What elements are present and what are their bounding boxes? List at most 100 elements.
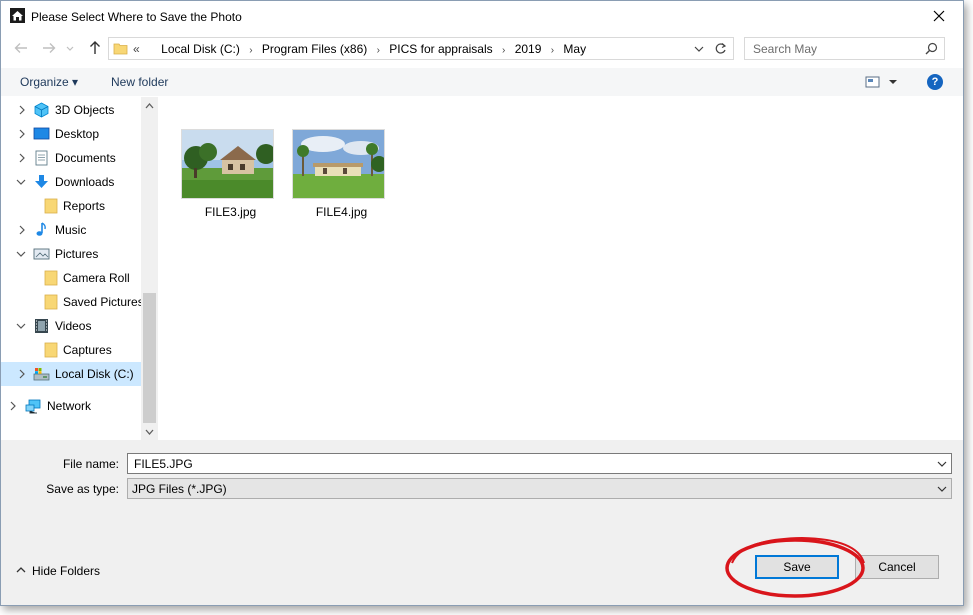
save-button[interactable]: Save: [755, 555, 839, 579]
chevron-down-icon[interactable]: [693, 42, 705, 56]
drive-icon: [33, 368, 50, 381]
back-arrow-icon: [14, 43, 27, 53]
chevron-right-icon[interactable]: [17, 153, 27, 163]
sidebar-item-label: Documents: [55, 151, 116, 165]
chevron-right-icon[interactable]: ›: [249, 45, 252, 56]
sidebar-item-documents[interactable]: Documents: [1, 146, 141, 170]
sidebar-item-music[interactable]: Music: [1, 218, 141, 242]
chevron-down-icon[interactable]: [16, 249, 26, 259]
sidebar-item-videos[interactable]: Videos: [1, 314, 141, 338]
sidebar-item-network[interactable]: Network: [1, 394, 141, 418]
folder-icon: [113, 43, 128, 55]
chevron-down-icon[interactable]: [16, 177, 26, 187]
house-app-icon: [10, 8, 25, 23]
back-button[interactable]: [11, 37, 33, 59]
chevron-right-icon[interactable]: [17, 225, 27, 235]
file-item[interactable]: FILE4.jpg: [284, 129, 385, 229]
chevron-right-icon[interactable]: ›: [502, 45, 505, 56]
folder-icon: [44, 294, 58, 310]
forward-button[interactable]: [38, 37, 60, 59]
chevron-down-icon[interactable]: [16, 321, 26, 331]
sidebar-item-label: Desktop: [55, 127, 100, 141]
breadcrumb-item[interactable]: May: [563, 42, 586, 56]
organize-menu[interactable]: Organize ▾: [20, 75, 78, 89]
folder-icon: [44, 270, 58, 286]
videos-icon: [35, 319, 48, 333]
up-arrow-icon: [90, 41, 100, 54]
sidebar-item-3d-objects[interactable]: 3D Objects: [1, 98, 141, 122]
chevron-right-icon[interactable]: [17, 105, 27, 115]
change-view-button[interactable]: [865, 74, 899, 93]
sidebar-item-downloads[interactable]: Downloads: [1, 170, 141, 194]
sidebar-item-label: Downloads: [55, 175, 115, 189]
sidebar-item-desktop[interactable]: Desktop: [1, 122, 141, 146]
view-options-icon: [865, 76, 897, 88]
breadcrumb-item[interactable]: Local Disk (C:): [161, 42, 240, 56]
breadcrumb-item[interactable]: Program Files (x86): [262, 42, 367, 56]
sidebar-item-label: Network: [47, 399, 92, 413]
sidebar-item-label: Videos: [55, 319, 92, 333]
scrollbar-thumb[interactable]: [143, 293, 156, 423]
sidebar-item-local-disk[interactable]: Local Disk (C:): [1, 362, 141, 386]
search-icon[interactable]: [925, 42, 938, 55]
file-thumbnail: [292, 129, 385, 199]
new-folder-button[interactable]: New folder: [111, 75, 168, 89]
sidebar-item-label: Reports: [63, 199, 106, 213]
file-name-field[interactable]: [132, 456, 916, 472]
sidebar-item-label: Camera Roll: [63, 271, 130, 285]
chevron-down-icon[interactable]: [937, 459, 947, 469]
folder-icon: [44, 198, 58, 214]
help-button[interactable]: ?: [927, 74, 943, 90]
sidebar-item-captures[interactable]: Captures: [1, 338, 141, 362]
sidebar-item-saved-pictures[interactable]: Saved Pictures: [1, 290, 144, 314]
sidebar-item-label: Music: [55, 223, 87, 237]
recent-locations-button[interactable]: [63, 37, 77, 59]
cancel-button[interactable]: Cancel: [855, 555, 939, 579]
save-type-value: JPG Files (*.JPG): [132, 482, 227, 496]
close-button[interactable]: [917, 1, 963, 32]
desktop-icon: [33, 127, 50, 140]
chevron-right-icon[interactable]: [17, 129, 27, 139]
chevron-right-icon[interactable]: ›: [551, 45, 554, 56]
up-button[interactable]: [84, 37, 106, 59]
search-input[interactable]: [751, 41, 915, 57]
sidebar-item-label: Saved Pictures: [63, 295, 144, 309]
breadcrumb-overflow[interactable]: «: [133, 42, 140, 56]
search-box: [744, 37, 945, 60]
sidebar-item-reports[interactable]: Reports: [1, 194, 141, 218]
close-icon: [933, 10, 945, 22]
sidebar-item-pictures[interactable]: Pictures: [1, 242, 141, 266]
file-name-combobox[interactable]: [127, 453, 952, 474]
chevron-up-icon[interactable]: [144, 101, 155, 111]
save-type-select[interactable]: JPG Files (*.JPG): [127, 478, 952, 499]
navigation-pane: 3D Objects Desktop Documents Downloads R…: [1, 97, 158, 440]
downloads-icon: [35, 175, 48, 188]
file-name: FILE3.jpg: [204, 205, 257, 219]
address-bar[interactable]: « Local Disk (C:) › Program Files (x86) …: [108, 37, 734, 60]
chevron-right-icon[interactable]: ›: [377, 45, 380, 56]
music-icon: [36, 222, 46, 236]
sidebar-item-label: Captures: [63, 343, 112, 357]
window-title: Please Select Where to Save the Photo: [31, 10, 242, 24]
forward-arrow-icon: [43, 43, 56, 53]
refresh-icon[interactable]: [713, 41, 728, 56]
chevron-right-icon[interactable]: [17, 369, 27, 379]
breadcrumb-item[interactable]: PICS for appraisals: [389, 42, 492, 56]
file-thumbnail: [181, 129, 274, 199]
nav-scrollbar[interactable]: [141, 97, 158, 440]
sidebar-item-camera-roll[interactable]: Camera Roll: [1, 266, 141, 290]
file-item[interactable]: FILE3.jpg: [173, 129, 274, 229]
3d-objects-icon: [34, 102, 49, 118]
chevron-up-icon[interactable]: [15, 564, 27, 576]
documents-icon: [35, 150, 48, 166]
breadcrumb-item[interactable]: 2019: [515, 42, 542, 56]
chevron-right-icon[interactable]: [8, 401, 18, 411]
hide-folders-button[interactable]: Hide Folders: [32, 564, 100, 578]
save-options-pane: File name: Save as type: JPG Files (*.JP…: [1, 440, 963, 605]
file-list[interactable]: FILE3.jpg FILE4.jpg: [159, 97, 963, 440]
chevron-right-icon: [149, 45, 152, 56]
chevron-down-icon[interactable]: [937, 484, 947, 494]
chevron-down-icon: [66, 46, 74, 51]
save-dialog: Please Select Where to Save the Photo « …: [0, 0, 964, 606]
chevron-down-icon[interactable]: [144, 427, 155, 437]
